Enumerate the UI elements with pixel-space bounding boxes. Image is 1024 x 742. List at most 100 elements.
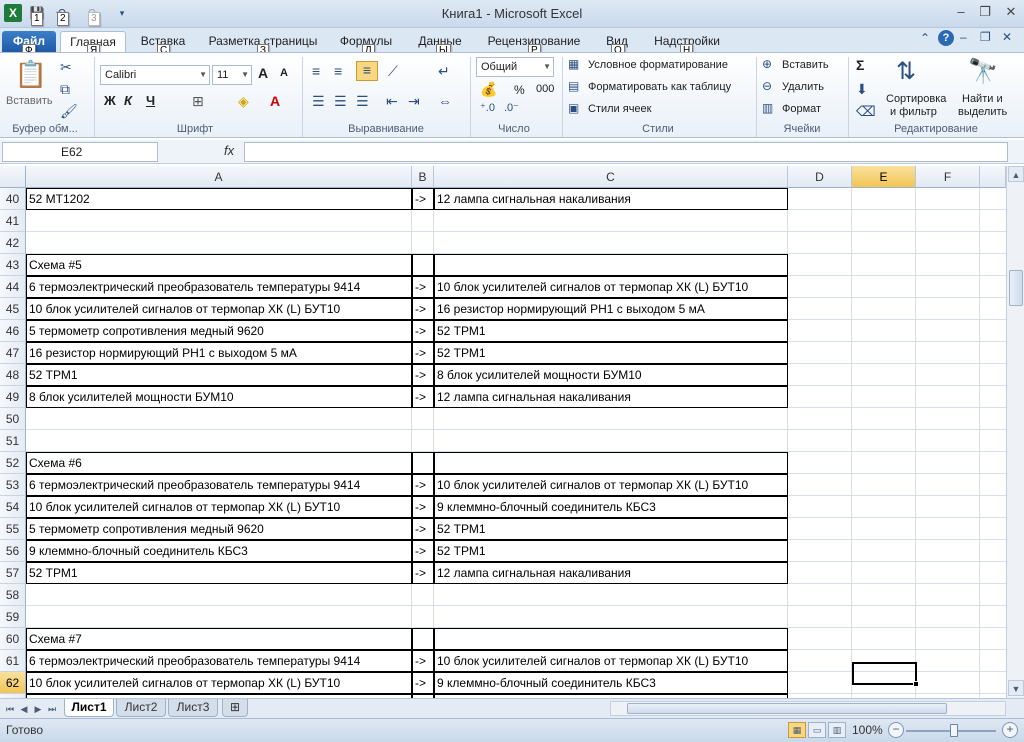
- row-header[interactable]: 59: [0, 606, 26, 628]
- page-layout-view-button[interactable]: ▭: [808, 722, 826, 738]
- row-header[interactable]: 61: [0, 650, 26, 672]
- cell-c-55[interactable]: 52 ТРМ1: [434, 518, 788, 540]
- prev-sheet-icon[interactable]: ◀: [18, 702, 30, 716]
- cell-a-61[interactable]: 6 термоэлектрический преобразователь тем…: [26, 650, 412, 672]
- row-header[interactable]: 50: [0, 408, 26, 430]
- font-color-icon[interactable]: A: [270, 93, 280, 109]
- underline-button[interactable]: Ч: [146, 93, 155, 108]
- cell-b-58[interactable]: [412, 584, 434, 606]
- insert-function-icon[interactable]: fx: [224, 143, 234, 158]
- column-header-b[interactable]: B: [412, 166, 434, 188]
- delete-cells-button[interactable]: Удалить: [782, 81, 824, 93]
- cell-c-53[interactable]: 10 блок усилителей сигналов от термопар …: [434, 474, 788, 496]
- format-painter-icon[interactable]: 🖌: [60, 103, 78, 120]
- cell-b-48[interactable]: ->: [412, 364, 434, 386]
- thousands-button[interactable]: 000: [536, 83, 554, 95]
- wrap-text-icon[interactable]: ↵: [438, 63, 450, 80]
- cell-c-59[interactable]: [434, 606, 788, 628]
- cell-styles-button[interactable]: Стили ячеек: [588, 103, 651, 115]
- row-header[interactable]: 56: [0, 540, 26, 562]
- cell-a-50[interactable]: [26, 408, 412, 430]
- cell-a-56[interactable]: 9 клеммно-блочный соединитель КБС3: [26, 540, 412, 562]
- sort-filter-button-line2[interactable]: и фильтр: [890, 106, 937, 118]
- row-header[interactable]: 54: [0, 496, 26, 518]
- cell-c-60[interactable]: [434, 628, 788, 650]
- row-header[interactable]: 45: [0, 298, 26, 320]
- fill-icon[interactable]: ⬇: [856, 81, 868, 98]
- vertical-scroll-thumb[interactable]: [1009, 270, 1023, 306]
- format-as-table-button[interactable]: Форматировать как таблицу: [588, 81, 731, 93]
- horizontal-scroll-thumb[interactable]: [627, 703, 947, 714]
- cell-c-57[interactable]: 12 лампа сигнальная накаливания: [434, 562, 788, 584]
- cell-c-50[interactable]: [434, 408, 788, 430]
- zoom-out-button[interactable]: −: [888, 722, 904, 738]
- scroll-down-icon[interactable]: ▼: [1008, 680, 1024, 696]
- column-header-f[interactable]: F: [916, 166, 980, 188]
- horizontal-scrollbar[interactable]: [610, 701, 1006, 716]
- minimize-button[interactable]: –: [948, 2, 974, 22]
- cell-b-44[interactable]: ->: [412, 276, 434, 298]
- zoom-slider-thumb[interactable]: [950, 724, 958, 737]
- row-header[interactable]: 41: [0, 210, 26, 232]
- cell-a-53[interactable]: 6 термоэлектрический преобразователь тем…: [26, 474, 412, 496]
- cell-c-52[interactable]: [434, 452, 788, 474]
- active-cell-selection[interactable]: [852, 662, 917, 685]
- row-header[interactable]: 51: [0, 430, 26, 452]
- cell-b-61[interactable]: ->: [412, 650, 434, 672]
- cell-b-47[interactable]: ->: [412, 342, 434, 364]
- row-header[interactable]: 55: [0, 518, 26, 540]
- cell-c-46[interactable]: 52 ТРМ1: [434, 320, 788, 342]
- font-name-select[interactable]: Calibri ▼: [100, 65, 210, 85]
- sheet-tab-2[interactable]: Лист2: [116, 699, 166, 717]
- orientation-icon[interactable]: ⟋: [388, 63, 398, 80]
- cell-a-52[interactable]: Схема #6: [26, 452, 412, 474]
- scroll-up-icon[interactable]: ▲: [1008, 166, 1024, 182]
- cell-a-40[interactable]: 52 МТ1202: [26, 188, 412, 210]
- cell-a-42[interactable]: [26, 232, 412, 254]
- cell-b-56[interactable]: ->: [412, 540, 434, 562]
- format-cells-button[interactable]: Формат: [782, 103, 821, 115]
- align-center-icon[interactable]: ☰: [334, 93, 347, 110]
- conditional-format-button[interactable]: Условное форматирование: [588, 59, 728, 71]
- column-header-d[interactable]: D: [788, 166, 852, 188]
- fill-handle[interactable]: [913, 681, 919, 687]
- cell-c-58[interactable]: [434, 584, 788, 606]
- bold-button[interactable]: Ж: [104, 93, 116, 108]
- cell-b-46[interactable]: ->: [412, 320, 434, 342]
- ribbon-minimize-icon[interactable]: ⌃: [920, 31, 930, 45]
- find-select-button[interactable]: Найти и: [962, 93, 1003, 105]
- merge-center-icon[interactable]: ⇔: [438, 93, 452, 109]
- cell-a-55[interactable]: 5 термометр сопротивления медный 9620: [26, 518, 412, 540]
- workbook-minimize-icon[interactable]: –: [960, 30, 967, 44]
- cell-a-48[interactable]: 52 ТРМ1: [26, 364, 412, 386]
- cell-b-60[interactable]: [412, 628, 434, 650]
- cell-c-40[interactable]: 12 лампа сигнальная накаливания: [434, 188, 788, 210]
- cell-c-51[interactable]: [434, 430, 788, 452]
- cell-a-41[interactable]: [26, 210, 412, 232]
- font-size-select[interactable]: 11 ▼: [212, 65, 252, 85]
- clear-icon[interactable]: ⌫: [856, 103, 876, 120]
- cell-c-54[interactable]: 9 клеммно-блочный соединитель КБС3: [434, 496, 788, 518]
- row-header[interactable]: 48: [0, 364, 26, 386]
- formula-input[interactable]: [244, 142, 1008, 162]
- column-header-e[interactable]: E: [852, 166, 916, 188]
- page-break-view-button[interactable]: ▥: [828, 722, 846, 738]
- row-header[interactable]: 60: [0, 628, 26, 650]
- cell-b-59[interactable]: [412, 606, 434, 628]
- shrink-font-icon[interactable]: A: [280, 67, 288, 79]
- row-header[interactable]: 53: [0, 474, 26, 496]
- row-header[interactable]: 40: [0, 188, 26, 210]
- borders-icon[interactable]: ⊞: [192, 93, 204, 110]
- cell-a-46[interactable]: 5 термометр сопротивления медный 9620: [26, 320, 412, 342]
- cell-b-45[interactable]: ->: [412, 298, 434, 320]
- align-top-icon[interactable]: ≡: [312, 63, 320, 79]
- cell-c-48[interactable]: 8 блок усилителей мощности БУМ10: [434, 364, 788, 386]
- sheet-tab-3[interactable]: Лист3: [168, 699, 218, 717]
- cell-a-47[interactable]: 16 резистор нормирующий РН1 с выходом 5 …: [26, 342, 412, 364]
- cell-b-40[interactable]: ->: [412, 188, 434, 210]
- paste-icon[interactable]: 📋: [14, 59, 48, 89]
- cell-c-56[interactable]: 52 ТРМ1: [434, 540, 788, 562]
- cell-a-58[interactable]: [26, 584, 412, 606]
- cell-b-43[interactable]: [412, 254, 434, 276]
- first-sheet-icon[interactable]: ⏮: [4, 702, 16, 716]
